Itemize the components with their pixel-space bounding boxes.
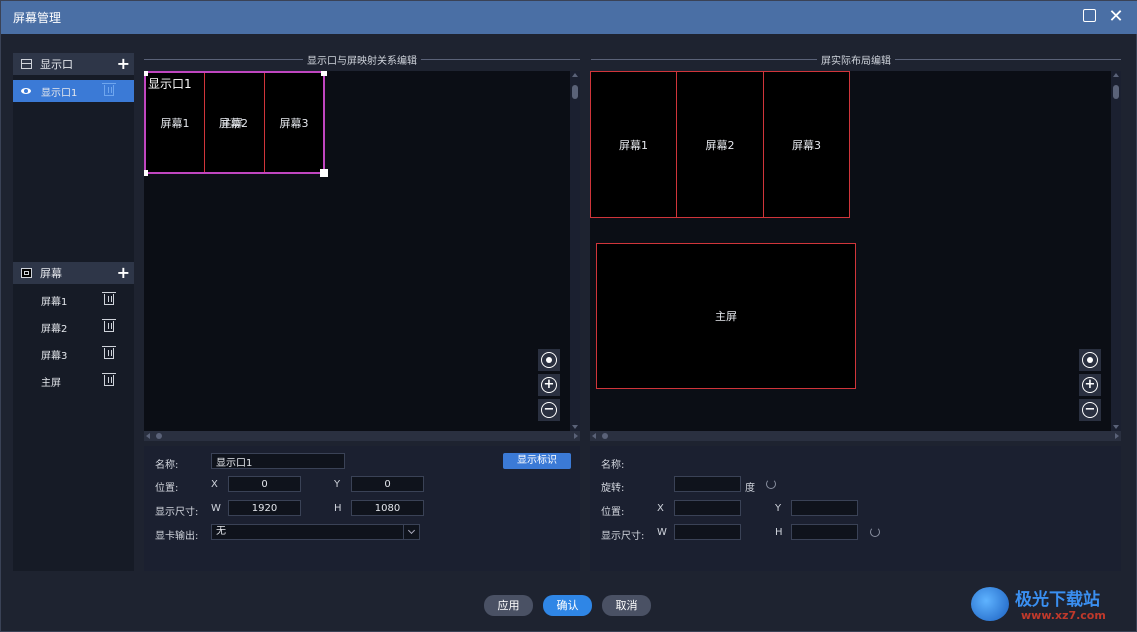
- sidebar-item-label: 显示口1: [41, 87, 78, 99]
- title-bar: 屏幕管理 ✕: [1, 1, 1137, 34]
- h-input[interactable]: [791, 524, 858, 540]
- apply-button[interactable]: 应用: [484, 595, 533, 616]
- sidebar-item-label: 屏幕3: [41, 350, 68, 362]
- layout-screen-3[interactable]: 屏幕3: [763, 71, 850, 218]
- rotation-unit: 度: [745, 483, 755, 494]
- y-label: Y: [775, 503, 782, 514]
- zoom-in-button[interactable]: +: [538, 374, 560, 396]
- add-screen-button[interactable]: +: [117, 262, 130, 284]
- window-icon: [21, 59, 32, 69]
- watermark-logo-icon: [971, 587, 1009, 621]
- zoom-out-button[interactable]: −: [538, 399, 560, 421]
- zoom-in-button[interactable]: +: [1079, 374, 1101, 396]
- name-input[interactable]: [211, 453, 345, 469]
- watermark-text: 极光下载站: [1015, 590, 1100, 610]
- mapping-canvas[interactable]: 屏幕1 屏幕2 主屏 屏幕3 显示口1 + −: [144, 71, 580, 441]
- close-icon[interactable]: ✕: [1108, 8, 1124, 26]
- locate-button[interactable]: [1079, 349, 1101, 371]
- mapping-legend: 显示口与屏映射关系编辑: [144, 53, 580, 67]
- reset-size-icon[interactable]: [870, 527, 880, 537]
- name-label: 名称:: [155, 460, 179, 471]
- output-select[interactable]: 无: [211, 524, 420, 540]
- trash-icon[interactable]: [102, 83, 116, 96]
- layout-properties: 名称: 旋转: 度 位置: X Y 显示尺寸: W H: [590, 446, 1121, 571]
- y-label: Y: [334, 479, 341, 490]
- sidebar-item-window-1[interactable]: 显示口1: [13, 80, 134, 102]
- chevron-down-icon[interactable]: [403, 525, 419, 539]
- x-input[interactable]: [228, 476, 301, 492]
- size-label: 显示尺寸:: [601, 531, 645, 542]
- h-label: H: [334, 503, 342, 514]
- y-input[interactable]: [791, 500, 858, 516]
- screens-section-label: 屏幕: [40, 267, 62, 280]
- x-label: X: [657, 503, 664, 514]
- watermark: 极光下载站 www.xz7.com: [971, 579, 1136, 629]
- w-label: W: [211, 503, 221, 514]
- reset-rotation-icon[interactable]: [766, 479, 776, 489]
- vertical-scrollbar[interactable]: [570, 71, 580, 431]
- resize-handle[interactable]: [321, 71, 327, 76]
- sidebar-item-main-screen[interactable]: 主屏: [13, 370, 134, 392]
- vertical-scrollbar[interactable]: [1111, 71, 1121, 431]
- w-input[interactable]: [228, 500, 301, 516]
- add-window-button[interactable]: +: [117, 53, 130, 75]
- sidebar-item-label: 屏幕1: [41, 296, 68, 308]
- display-region-label: 显示口1: [148, 77, 192, 91]
- position-label: 位置:: [155, 483, 179, 494]
- w-label: W: [657, 527, 667, 538]
- window-title: 屏幕管理: [13, 11, 62, 25]
- rotation-label: 旋转:: [601, 483, 625, 494]
- output-label: 显卡输出:: [155, 531, 199, 542]
- maximize-icon[interactable]: [1081, 9, 1097, 25]
- locate-button[interactable]: [538, 349, 560, 371]
- zoom-out-button[interactable]: −: [1079, 399, 1101, 421]
- sidebar-item-screen-3[interactable]: 屏幕3: [13, 343, 134, 365]
- sidebar-item-screen-1[interactable]: 屏幕1: [13, 289, 134, 311]
- cancel-button[interactable]: 取消: [602, 595, 651, 616]
- w-input[interactable]: [674, 524, 741, 540]
- rotation-input[interactable]: [674, 476, 741, 492]
- screen-manager-window: 屏幕管理 ✕ 显示口 + 显示口1 屏幕 + 屏幕1 屏幕2 屏幕3 主屏 显示…: [0, 0, 1137, 632]
- layout-screen-1[interactable]: 屏幕1: [590, 71, 677, 218]
- h-label: H: [775, 527, 783, 538]
- windows-section-label: 显示口: [40, 58, 73, 71]
- sidebar: 显示口 + 显示口1 屏幕 + 屏幕1 屏幕2 屏幕3 主屏: [13, 53, 134, 571]
- trash-icon[interactable]: [102, 346, 116, 359]
- trash-icon[interactable]: [102, 319, 116, 332]
- display-region[interactable]: 显示口1: [144, 71, 325, 174]
- name-label: 名称:: [601, 460, 625, 471]
- resize-handle[interactable]: [144, 71, 148, 76]
- screens-section-header: 屏幕 +: [13, 262, 134, 284]
- position-label: 位置:: [601, 507, 625, 518]
- y-input[interactable]: [351, 476, 424, 492]
- layout-canvas[interactable]: 屏幕1 屏幕2 屏幕3 主屏 + −: [590, 71, 1121, 441]
- layout-legend: 屏实际布局编辑: [591, 53, 1121, 67]
- mapping-legend-label: 显示口与屏映射关系编辑: [307, 55, 417, 67]
- sidebar-item-screen-2[interactable]: 屏幕2: [13, 316, 134, 338]
- resize-handle[interactable]: [320, 169, 328, 177]
- size-label: 显示尺寸:: [155, 507, 199, 518]
- layout-screen-2[interactable]: 屏幕2: [676, 71, 764, 218]
- resize-handle[interactable]: [144, 170, 148, 176]
- x-input[interactable]: [674, 500, 741, 516]
- trash-icon[interactable]: [102, 292, 116, 305]
- layout-main-screen[interactable]: 主屏: [596, 243, 856, 389]
- eye-icon[interactable]: [21, 88, 31, 94]
- screen-icon: [21, 268, 32, 278]
- mapping-properties: 名称: 显示标识 位置: X Y 显示尺寸: W H 显卡输出: 无: [144, 446, 580, 571]
- layout-legend-label: 屏实际布局编辑: [821, 55, 891, 67]
- horizontal-scrollbar[interactable]: [144, 431, 580, 441]
- show-id-button[interactable]: 显示标识: [503, 453, 571, 469]
- sidebar-item-label: 主屏: [41, 377, 61, 389]
- h-input[interactable]: [351, 500, 424, 516]
- watermark-url: www.xz7.com: [1021, 609, 1106, 622]
- horizontal-scrollbar[interactable]: [590, 431, 1121, 441]
- confirm-button[interactable]: 确认: [543, 595, 592, 616]
- sidebar-item-label: 屏幕2: [41, 323, 68, 335]
- trash-icon[interactable]: [102, 373, 116, 386]
- x-label: X: [211, 479, 218, 490]
- windows-section-header: 显示口 +: [13, 53, 134, 75]
